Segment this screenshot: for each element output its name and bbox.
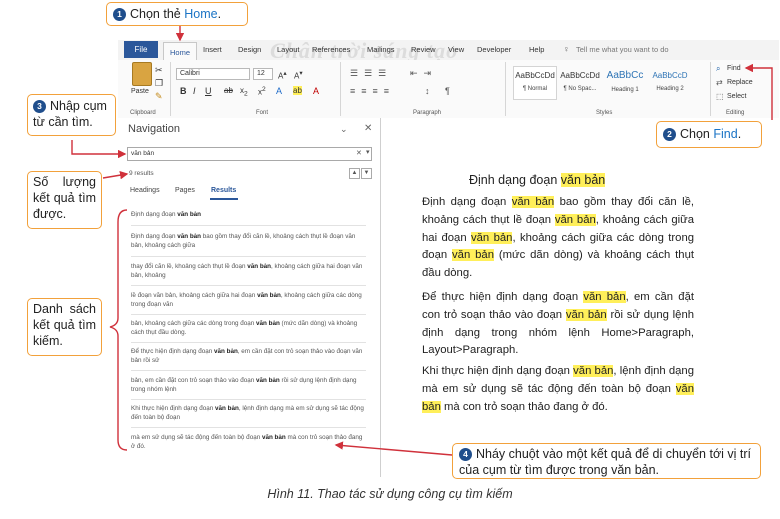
callout-link-text: Find bbox=[713, 127, 738, 141]
callout-link-text: Home bbox=[184, 7, 218, 21]
callout-result-list: Danh sách kết quả tìm kiếm. bbox=[27, 298, 102, 356]
arrow-result bbox=[334, 441, 453, 456]
callout-select-find: 2 Chọn Find. bbox=[656, 121, 762, 148]
arrow-find bbox=[744, 63, 773, 120]
callout-text: Chọn thẻ bbox=[130, 7, 185, 21]
step-number: 4 bbox=[459, 448, 472, 461]
callout-arrows bbox=[71, 26, 773, 456]
figure-caption: Hình 11. Thao tác sử dụng công cụ tìm ki… bbox=[267, 487, 513, 501]
arrow-count bbox=[102, 171, 129, 180]
step-number: 2 bbox=[663, 128, 676, 141]
callout-enter-phrase: 3 Nhập cụm từ cần tìm. bbox=[27, 94, 116, 136]
step-number: 1 bbox=[113, 8, 126, 21]
arrow-search bbox=[71, 140, 127, 159]
callout-select-home: 1 Chọn thẻ Home. bbox=[106, 2, 248, 26]
callout-text: Chọn bbox=[680, 127, 714, 141]
step-number: 3 bbox=[33, 100, 46, 113]
callout-text: Nháy chuột vào một kết quả để di chuyển … bbox=[459, 447, 752, 477]
callout-text: . bbox=[217, 7, 222, 21]
callout-click-result: 4 Nháy chuột vào một kết quả để di chuyển… bbox=[452, 443, 761, 479]
callout-text: . bbox=[737, 127, 742, 141]
brace-results bbox=[109, 209, 128, 451]
callout-result-count: Số lượng kết quả tìm được. bbox=[27, 171, 102, 229]
